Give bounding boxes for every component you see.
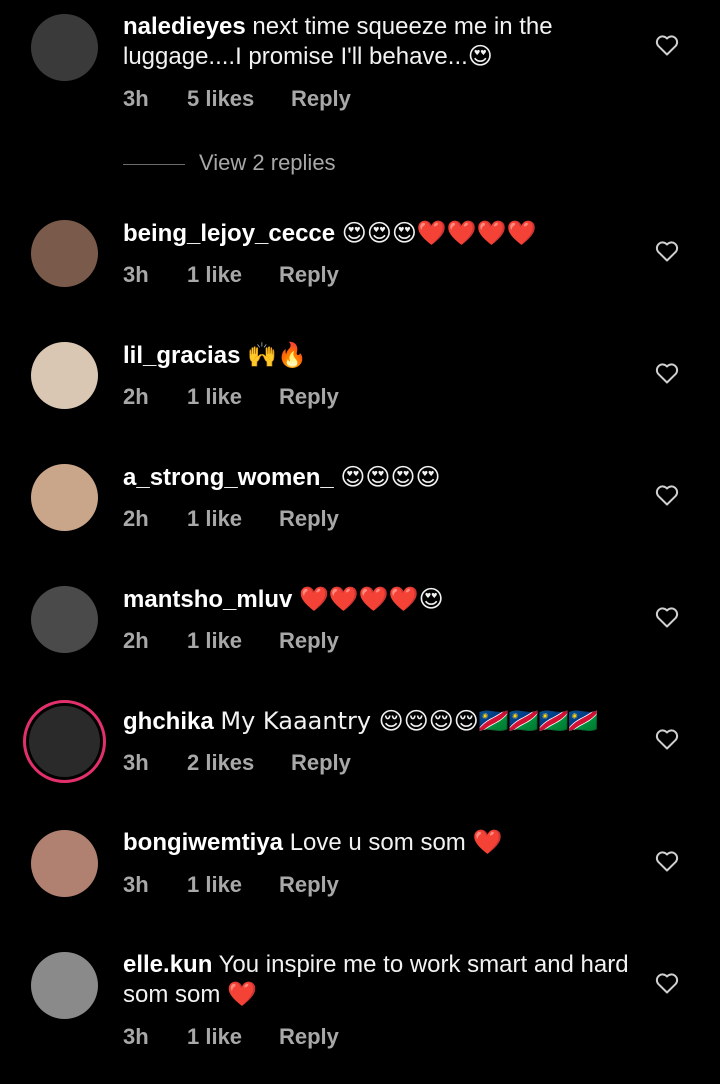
comment-meta: 3h 1 like Reply	[123, 872, 339, 898]
reply-button[interactable]: Reply	[279, 628, 339, 654]
avatar[interactable]	[31, 220, 98, 287]
comment-meta: 2h 1 like Reply	[123, 506, 339, 532]
comment-time: 3h	[123, 872, 149, 897]
comment-meta: 3h 2 likes Reply	[123, 750, 351, 776]
comment-likes[interactable]: 2 likes	[187, 750, 291, 776]
comment-time: 2h	[123, 384, 149, 409]
replies-divider	[123, 163, 185, 165]
heart-outline-icon[interactable]	[655, 972, 679, 994]
heart-outline-icon[interactable]	[655, 240, 679, 262]
comment-text: 😍😍😍😍	[340, 463, 441, 491]
comment-item: bongiwemtiya Love u som som ❤️ 3h 1 like R…	[0, 816, 720, 916]
comment-item: elle.kun You inspire me to work smart an…	[0, 938, 720, 1078]
comment-time: 2h	[123, 506, 149, 531]
avatar-with-story-ring[interactable]	[23, 700, 106, 783]
heart-outline-icon[interactable]	[655, 606, 679, 628]
comment-time: 3h	[123, 86, 149, 111]
avatar[interactable]	[31, 830, 98, 897]
comment-likes[interactable]: 1 like	[187, 872, 279, 898]
comment-item: mantsho_mluv ❤️❤️❤️❤️😍 2h 1 like Reply	[0, 572, 720, 672]
comment-text: Love u som som ❤️	[289, 829, 503, 856]
comment-username[interactable]: bongiwemtiya	[123, 829, 283, 856]
comment-item: being_lejoy_cecce 😍😍😍❤️❤️❤️❤️ 3h 1 like Re…	[0, 206, 720, 306]
reply-button[interactable]: Reply	[279, 506, 339, 532]
avatar[interactable]	[31, 342, 98, 409]
comment-time: 3h	[123, 262, 149, 287]
reply-button[interactable]: Reply	[279, 1024, 339, 1050]
avatar[interactable]	[31, 586, 98, 653]
comment-likes[interactable]: 5 likes	[187, 86, 291, 112]
comment-username[interactable]: mantsho_mluv	[123, 586, 292, 613]
comment-username[interactable]: being_lejoy_cecce	[123, 220, 335, 247]
reply-button[interactable]: Reply	[279, 262, 339, 288]
comment-likes[interactable]: 1 like	[187, 1024, 279, 1050]
comment-meta: 3h 5 likes Reply	[123, 86, 351, 112]
heart-outline-icon[interactable]	[655, 34, 679, 56]
comment-username[interactable]: elle.kun	[123, 951, 212, 978]
comment-item: a_strong_women_ 😍😍😍😍 2h 1 like Reply	[0, 450, 720, 550]
comment-meta: 2h 1 like Reply	[123, 384, 339, 410]
avatar	[29, 706, 100, 777]
comment-meta: 3h 1 like Reply	[123, 1024, 339, 1050]
comment-likes[interactable]: 1 like	[187, 262, 279, 288]
avatar[interactable]	[31, 14, 98, 81]
comment-item: naledieyes next time squeeze me in the l…	[0, 0, 720, 140]
comment-time: 2h	[123, 628, 149, 653]
heart-outline-icon[interactable]	[655, 362, 679, 384]
view-replies-button[interactable]: View 2 replies	[123, 150, 336, 176]
comment-text: My Kaaantry 😌😌😌😌🇳🇦🇳🇦🇳🇦🇳🇦	[220, 707, 599, 735]
comment-meta: 2h 1 like Reply	[123, 628, 339, 654]
comment-item: lil_gracias 🙌🔥 2h 1 like Reply	[0, 328, 720, 428]
heart-outline-icon[interactable]	[655, 850, 679, 872]
comment-time: 3h	[123, 750, 149, 775]
comment-likes[interactable]: 1 like	[187, 506, 279, 532]
comment-likes[interactable]: 1 like	[187, 628, 279, 654]
comment-text: ❤️❤️❤️❤️😍	[299, 585, 444, 613]
reply-button[interactable]: Reply	[279, 872, 339, 898]
comment-meta: 3h 1 like Reply	[123, 262, 339, 288]
avatar[interactable]	[31, 952, 98, 1019]
view-replies-label[interactable]: View 2 replies	[199, 150, 336, 175]
comment-text: 🙌🔥	[247, 341, 307, 369]
comment-item: ghchika My Kaaantry 😌😌😌😌🇳🇦🇳🇦🇳🇦🇳🇦 3h 2 lik…	[0, 694, 720, 794]
reply-button[interactable]: Reply	[291, 750, 351, 776]
comment-username[interactable]: naledieyes	[123, 13, 246, 40]
comment-username[interactable]: lil_gracias	[123, 342, 240, 369]
avatar[interactable]	[31, 464, 98, 531]
reply-button[interactable]: Reply	[291, 86, 351, 112]
comment-text: 😍😍😍❤️❤️❤️❤️	[341, 219, 537, 247]
comment-time: 3h	[123, 1024, 149, 1049]
heart-outline-icon[interactable]	[655, 484, 679, 506]
comment-username[interactable]: a_strong_women_	[123, 464, 334, 491]
reply-button[interactable]: Reply	[279, 384, 339, 410]
comment-username[interactable]: ghchika	[123, 708, 214, 735]
heart-outline-icon[interactable]	[655, 728, 679, 750]
comment-likes[interactable]: 1 like	[187, 384, 279, 410]
